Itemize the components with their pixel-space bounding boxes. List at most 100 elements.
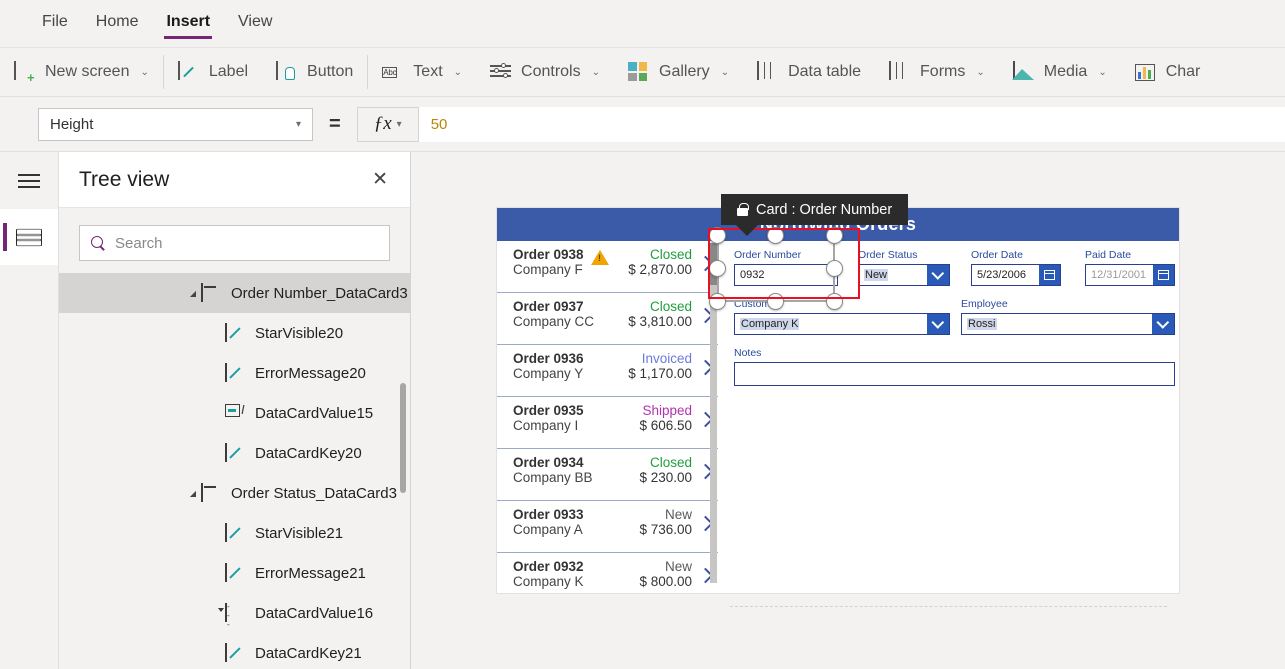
chevron-right-icon[interactable] <box>700 515 710 533</box>
chevron-down-icon[interactable] <box>1152 314 1174 334</box>
rail-item-tree-view[interactable] <box>0 209 58 265</box>
field-value: 5/23/2006 <box>977 269 1026 281</box>
gallery-item[interactable]: Order 0936 Invoiced Company Y $ 1,170.00 <box>497 345 718 397</box>
customer-dropdown[interactable]: Company K <box>734 313 950 335</box>
ribbon-media[interactable]: Media ⌄ <box>999 48 1121 96</box>
order-id: Order 0933 <box>513 507 584 522</box>
tree-item-order-status-datacard3[interactable]: ◢ Order Status_DataCard3 <box>59 473 410 513</box>
calendar-icon[interactable] <box>1153 265 1174 285</box>
expand-caret-icon[interactable]: ◢ <box>185 489 201 498</box>
hamburger-icon <box>18 174 40 188</box>
menu-item-home[interactable]: Home <box>82 0 153 47</box>
resize-handle-n[interactable] <box>767 227 784 244</box>
notes-input[interactable] <box>734 362 1175 386</box>
tree-item-datacardvalue15[interactable]: I DataCardValue15 <box>59 393 410 433</box>
gallery-item[interactable]: Order 0932 New Company K $ 800.00 <box>497 553 718 593</box>
tree-item-datacardvalue16[interactable]: DataCardValue16 <box>59 593 410 633</box>
datacard-icon <box>201 283 223 302</box>
close-icon[interactable]: ✕ <box>372 170 388 189</box>
orders-gallery[interactable]: Order 0938 Closed Company F $ 2,870.00 Ord… <box>497 241 718 593</box>
chevron-right-icon[interactable] <box>700 411 710 429</box>
formula-input[interactable]: 50 <box>418 106 1285 142</box>
chevron-down-icon: ⌄ <box>140 66 149 78</box>
status-badge: New <box>664 507 692 522</box>
field-label: Notes <box>734 347 762 359</box>
ribbon-button[interactable]: Button <box>262 48 367 96</box>
tree-item-errormessage20[interactable]: ErrorMessage20 <box>59 353 410 393</box>
search-placeholder: Search <box>115 234 163 252</box>
ribbon-controls[interactable]: Controls ⌄ <box>476 48 614 96</box>
gallery-item[interactable]: Order 0937 Closed Company CC $ 3,810.00 <box>497 293 718 345</box>
tree-item-list[interactable]: ◢ Order Number_DataCard3 StarVisible20 E… <box>59 273 410 669</box>
paid-date-input[interactable]: 12/31/2001 <box>1085 264 1175 286</box>
ribbon-forms[interactable]: Forms ⌄ <box>875 48 999 96</box>
chevron-right-icon[interactable] <box>700 307 710 325</box>
tooltip-arrow <box>736 225 758 236</box>
ribbon-new-screen[interactable]: + New screen ⌄ <box>0 48 163 96</box>
order-date-input[interactable]: 5/23/2006 <box>971 264 1061 286</box>
menu-item-insert[interactable]: Insert <box>152 0 224 47</box>
expand-caret-icon[interactable]: ◢ <box>185 289 201 298</box>
ribbon-gallery[interactable]: Gallery ⌄ <box>614 48 743 96</box>
resize-handle-ne[interactable] <box>826 227 843 244</box>
field-label: Order Number <box>734 249 802 261</box>
order-status-dropdown[interactable]: New <box>858 264 950 286</box>
resize-handle-w[interactable] <box>709 260 726 277</box>
chevron-right-icon[interactable] <box>700 359 710 377</box>
resize-handle-sw[interactable] <box>709 293 726 310</box>
tree-item-errormessage21[interactable]: ErrorMessage21 <box>59 553 410 593</box>
ribbon-charts[interactable]: Char <box>1121 48 1215 96</box>
ribbon-label[interactable]: Label <box>164 48 262 96</box>
tree-item-starvisible20[interactable]: StarVisible20 <box>59 313 410 353</box>
gallery-grid-icon <box>628 62 650 82</box>
gallery-item[interactable]: Order 0933 New Company A $ 736.00 <box>497 501 718 553</box>
chevron-down-icon: ⌄ <box>453 66 463 78</box>
tooltip-label: Card : Order Number <box>756 201 893 218</box>
tree-item-order-number-datacard3[interactable]: ◢ Order Number_DataCard3 <box>59 273 410 313</box>
ribbon-text[interactable]: Abc Text ⌄ <box>368 48 476 96</box>
employee-dropdown[interactable]: Rossi <box>961 313 1175 335</box>
chevron-right-icon[interactable] <box>700 463 710 481</box>
tree-search-wrap: Search <box>59 208 410 273</box>
tree-item-datacardkey21[interactable]: DataCardKey21 <box>59 633 410 669</box>
tree-item-label: StarVisible21 <box>255 524 344 542</box>
property-dropdown[interactable]: Height ▾ <box>38 107 313 141</box>
tree-item-label: StarVisible20 <box>255 324 344 342</box>
resize-handle-s[interactable] <box>767 293 784 310</box>
field-value: 12/31/2001 <box>1091 269 1147 281</box>
field-label: Employee <box>961 298 1008 310</box>
order-number-input[interactable]: 0932 <box>734 264 838 286</box>
tree-item-label: Order Status_DataCard3 <box>231 484 397 502</box>
gallery-item[interactable]: Order 0938 Closed Company F $ 2,870.00 <box>497 241 718 293</box>
field-value: New <box>864 269 889 281</box>
chevron-down-icon[interactable] <box>927 314 949 334</box>
chevron-down-icon: ▾ <box>396 118 402 130</box>
media-image-icon <box>1012 61 1035 82</box>
chevron-right-icon[interactable] <box>700 567 710 585</box>
calendar-icon[interactable] <box>1039 265 1060 285</box>
charts-bar-icon <box>1134 62 1157 82</box>
fx-button[interactable]: ƒx ▾ <box>356 106 419 142</box>
order-amount: $ 1,170.00 <box>628 366 692 381</box>
gallery-item[interactable]: Order 0934 Closed Company BB $ 230.00 <box>497 449 718 501</box>
chevron-down-icon[interactable] <box>927 265 949 285</box>
field-label: Order Status <box>858 249 918 261</box>
ribbon-data-table[interactable]: Data table <box>743 48 875 96</box>
company-name: Company BB <box>513 470 593 485</box>
chevron-down-icon: ⌄ <box>1098 66 1107 78</box>
hamburger-menu-button[interactable] <box>0 152 58 209</box>
fx-label: ƒx <box>373 113 392 134</box>
order-id: Order 0934 <box>513 455 584 470</box>
menu-item-file[interactable]: File <box>28 0 82 47</box>
label-icon <box>177 61 200 82</box>
gallery-item[interactable]: Order 0935 Shipped Company I $ 606.50 <box>497 397 718 449</box>
resize-handle-nw[interactable] <box>709 227 726 244</box>
resize-handle-e[interactable] <box>826 260 843 277</box>
tree-item-datacardkey20[interactable]: DataCardKey20 <box>59 433 410 473</box>
canvas-area[interactable]: Northwind Orders Order 0938Closed Compan… <box>411 152 1285 669</box>
resize-handle-se[interactable] <box>826 293 843 310</box>
search-input[interactable]: Search <box>79 225 390 261</box>
menu-item-view[interactable]: View <box>224 0 286 47</box>
tree-item-starvisible21[interactable]: StarVisible21 <box>59 513 410 553</box>
tree-scrollbar[interactable] <box>400 383 406 493</box>
